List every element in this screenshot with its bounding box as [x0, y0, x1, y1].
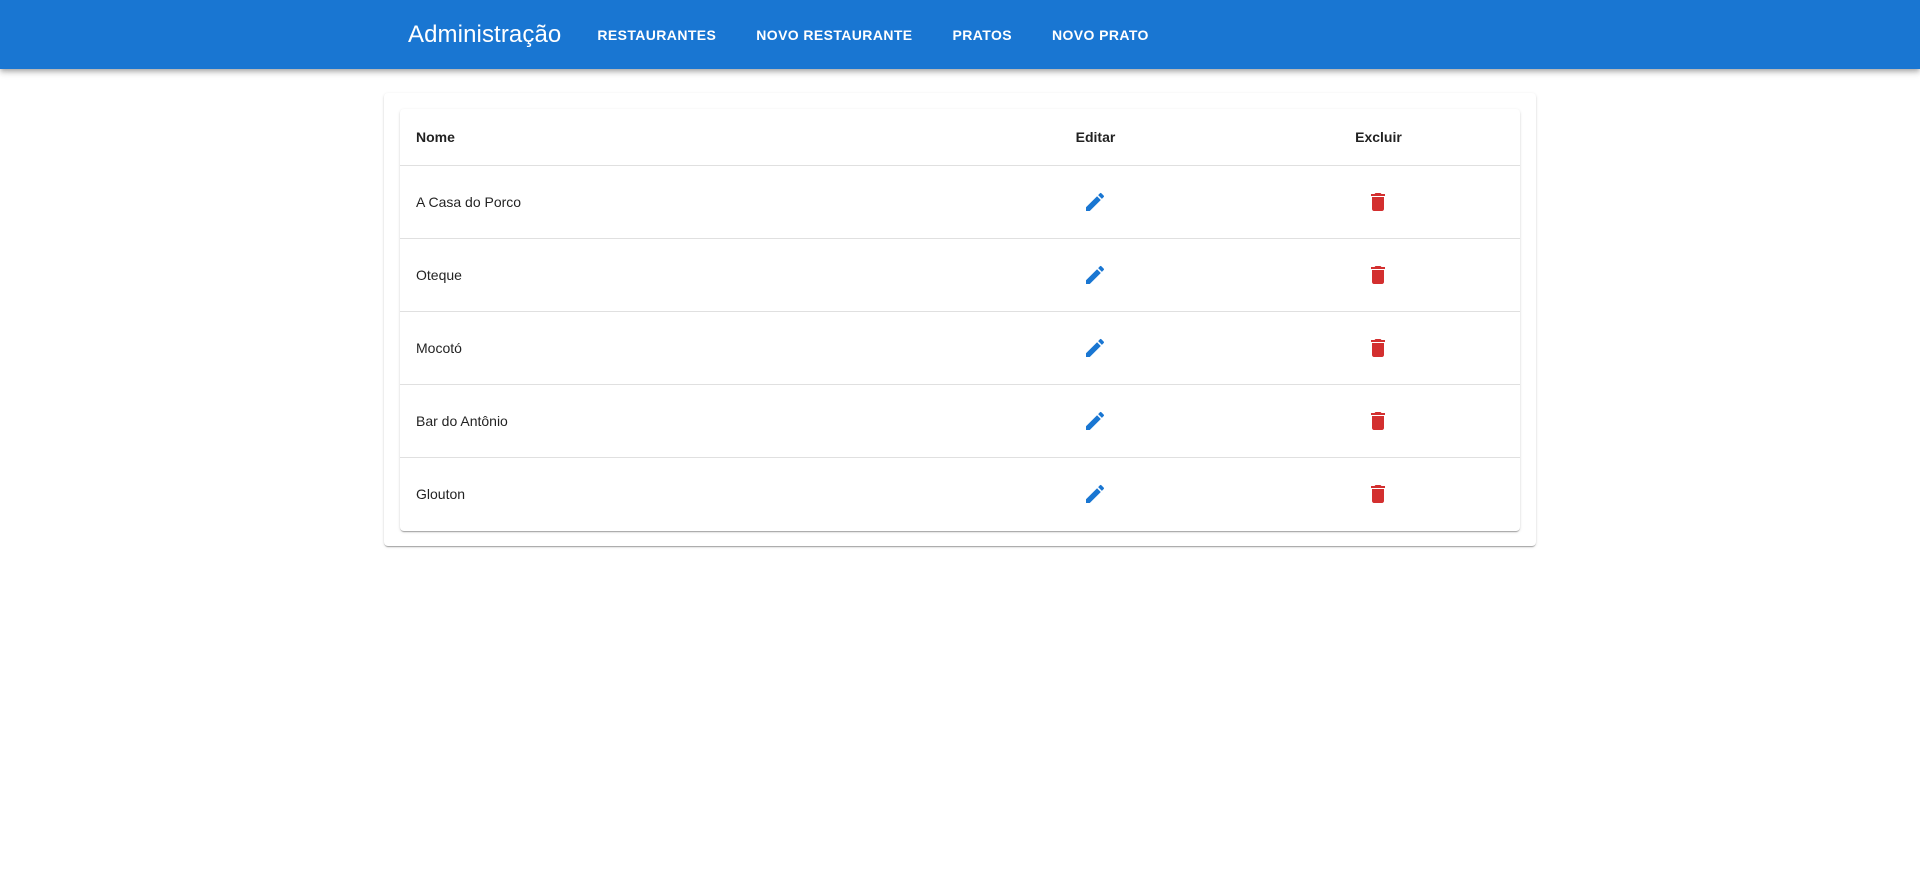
edit-button[interactable] [1075, 255, 1115, 295]
restaurant-name-cell: A Casa do Porco [400, 165, 954, 239]
trash-icon [1366, 482, 1390, 506]
nav-pratos[interactable]: PRATOS [933, 19, 1032, 51]
edit-cell [953, 384, 1237, 458]
delete-button[interactable] [1358, 401, 1398, 441]
trash-icon [1366, 336, 1390, 360]
header-editar: Editar [953, 109, 1237, 166]
delete-button[interactable] [1358, 474, 1398, 514]
trash-icon [1366, 190, 1390, 214]
table-row: A Casa do Porco [400, 165, 1520, 239]
delete-cell [1236, 238, 1520, 312]
edit-cell [953, 238, 1237, 312]
delete-button[interactable] [1358, 255, 1398, 295]
edit-cell [953, 165, 1237, 239]
restaurant-name-cell: Mocotó [400, 311, 954, 385]
nav-novo-restaurante[interactable]: NOVO RESTAURANTE [736, 19, 932, 51]
edit-button[interactable] [1075, 182, 1115, 222]
delete-cell [1237, 458, 1520, 531]
table-row: Mocotó [400, 311, 1520, 385]
restaurants-table-container: Nome Editar Excluir A Casa do Porco Otequ… [400, 109, 1520, 531]
edit-button[interactable] [1075, 401, 1115, 441]
delete-cell [1236, 384, 1520, 458]
table-body: A Casa do Porco Oteque Mocotó Bar do Antôni… [400, 165, 1520, 531]
restaurant-name-cell: Oteque [400, 238, 954, 312]
edit-cell [953, 311, 1237, 385]
pencil-icon [1083, 482, 1107, 506]
content-paper: Nome Editar Excluir A Casa do Porco Otequ… [384, 93, 1536, 546]
header-excluir: Excluir [1236, 109, 1520, 166]
delete-cell [1236, 311, 1520, 385]
app-bar: Administração RESTAURANTES NOVO RESTAURA… [0, 0, 1920, 69]
edit-button[interactable] [1075, 474, 1115, 514]
nav-novo-prato[interactable]: NOVO PRATO [1032, 19, 1169, 51]
table-header-row: Nome Editar Excluir [400, 109, 1520, 166]
trash-icon [1366, 409, 1390, 433]
delete-button[interactable] [1358, 182, 1398, 222]
pencil-icon [1083, 336, 1107, 360]
pencil-icon [1083, 190, 1107, 214]
delete-cell [1236, 165, 1520, 239]
pencil-icon [1083, 263, 1107, 287]
nav-restaurantes[interactable]: RESTAURANTES [577, 19, 736, 51]
trash-icon [1366, 263, 1390, 287]
app-bar-toolbar: Administração RESTAURANTES NOVO RESTAURA… [392, 0, 1169, 69]
table-row: Bar do Antônio [400, 384, 1520, 458]
delete-button[interactable] [1358, 328, 1398, 368]
header-nome: Nome [400, 109, 954, 166]
restaurants-table: Nome Editar Excluir A Casa do Porco Otequ… [400, 109, 1520, 530]
edit-button[interactable] [1075, 328, 1115, 368]
pencil-icon [1083, 409, 1107, 433]
table-row: Glouton [400, 458, 1520, 531]
app-title: Administração [408, 20, 562, 48]
restaurant-name-cell: Glouton [416, 486, 466, 502]
edit-cell [954, 458, 1237, 531]
restaurant-name-cell: Bar do Antônio [400, 384, 954, 458]
table-row: Oteque [400, 238, 1520, 312]
